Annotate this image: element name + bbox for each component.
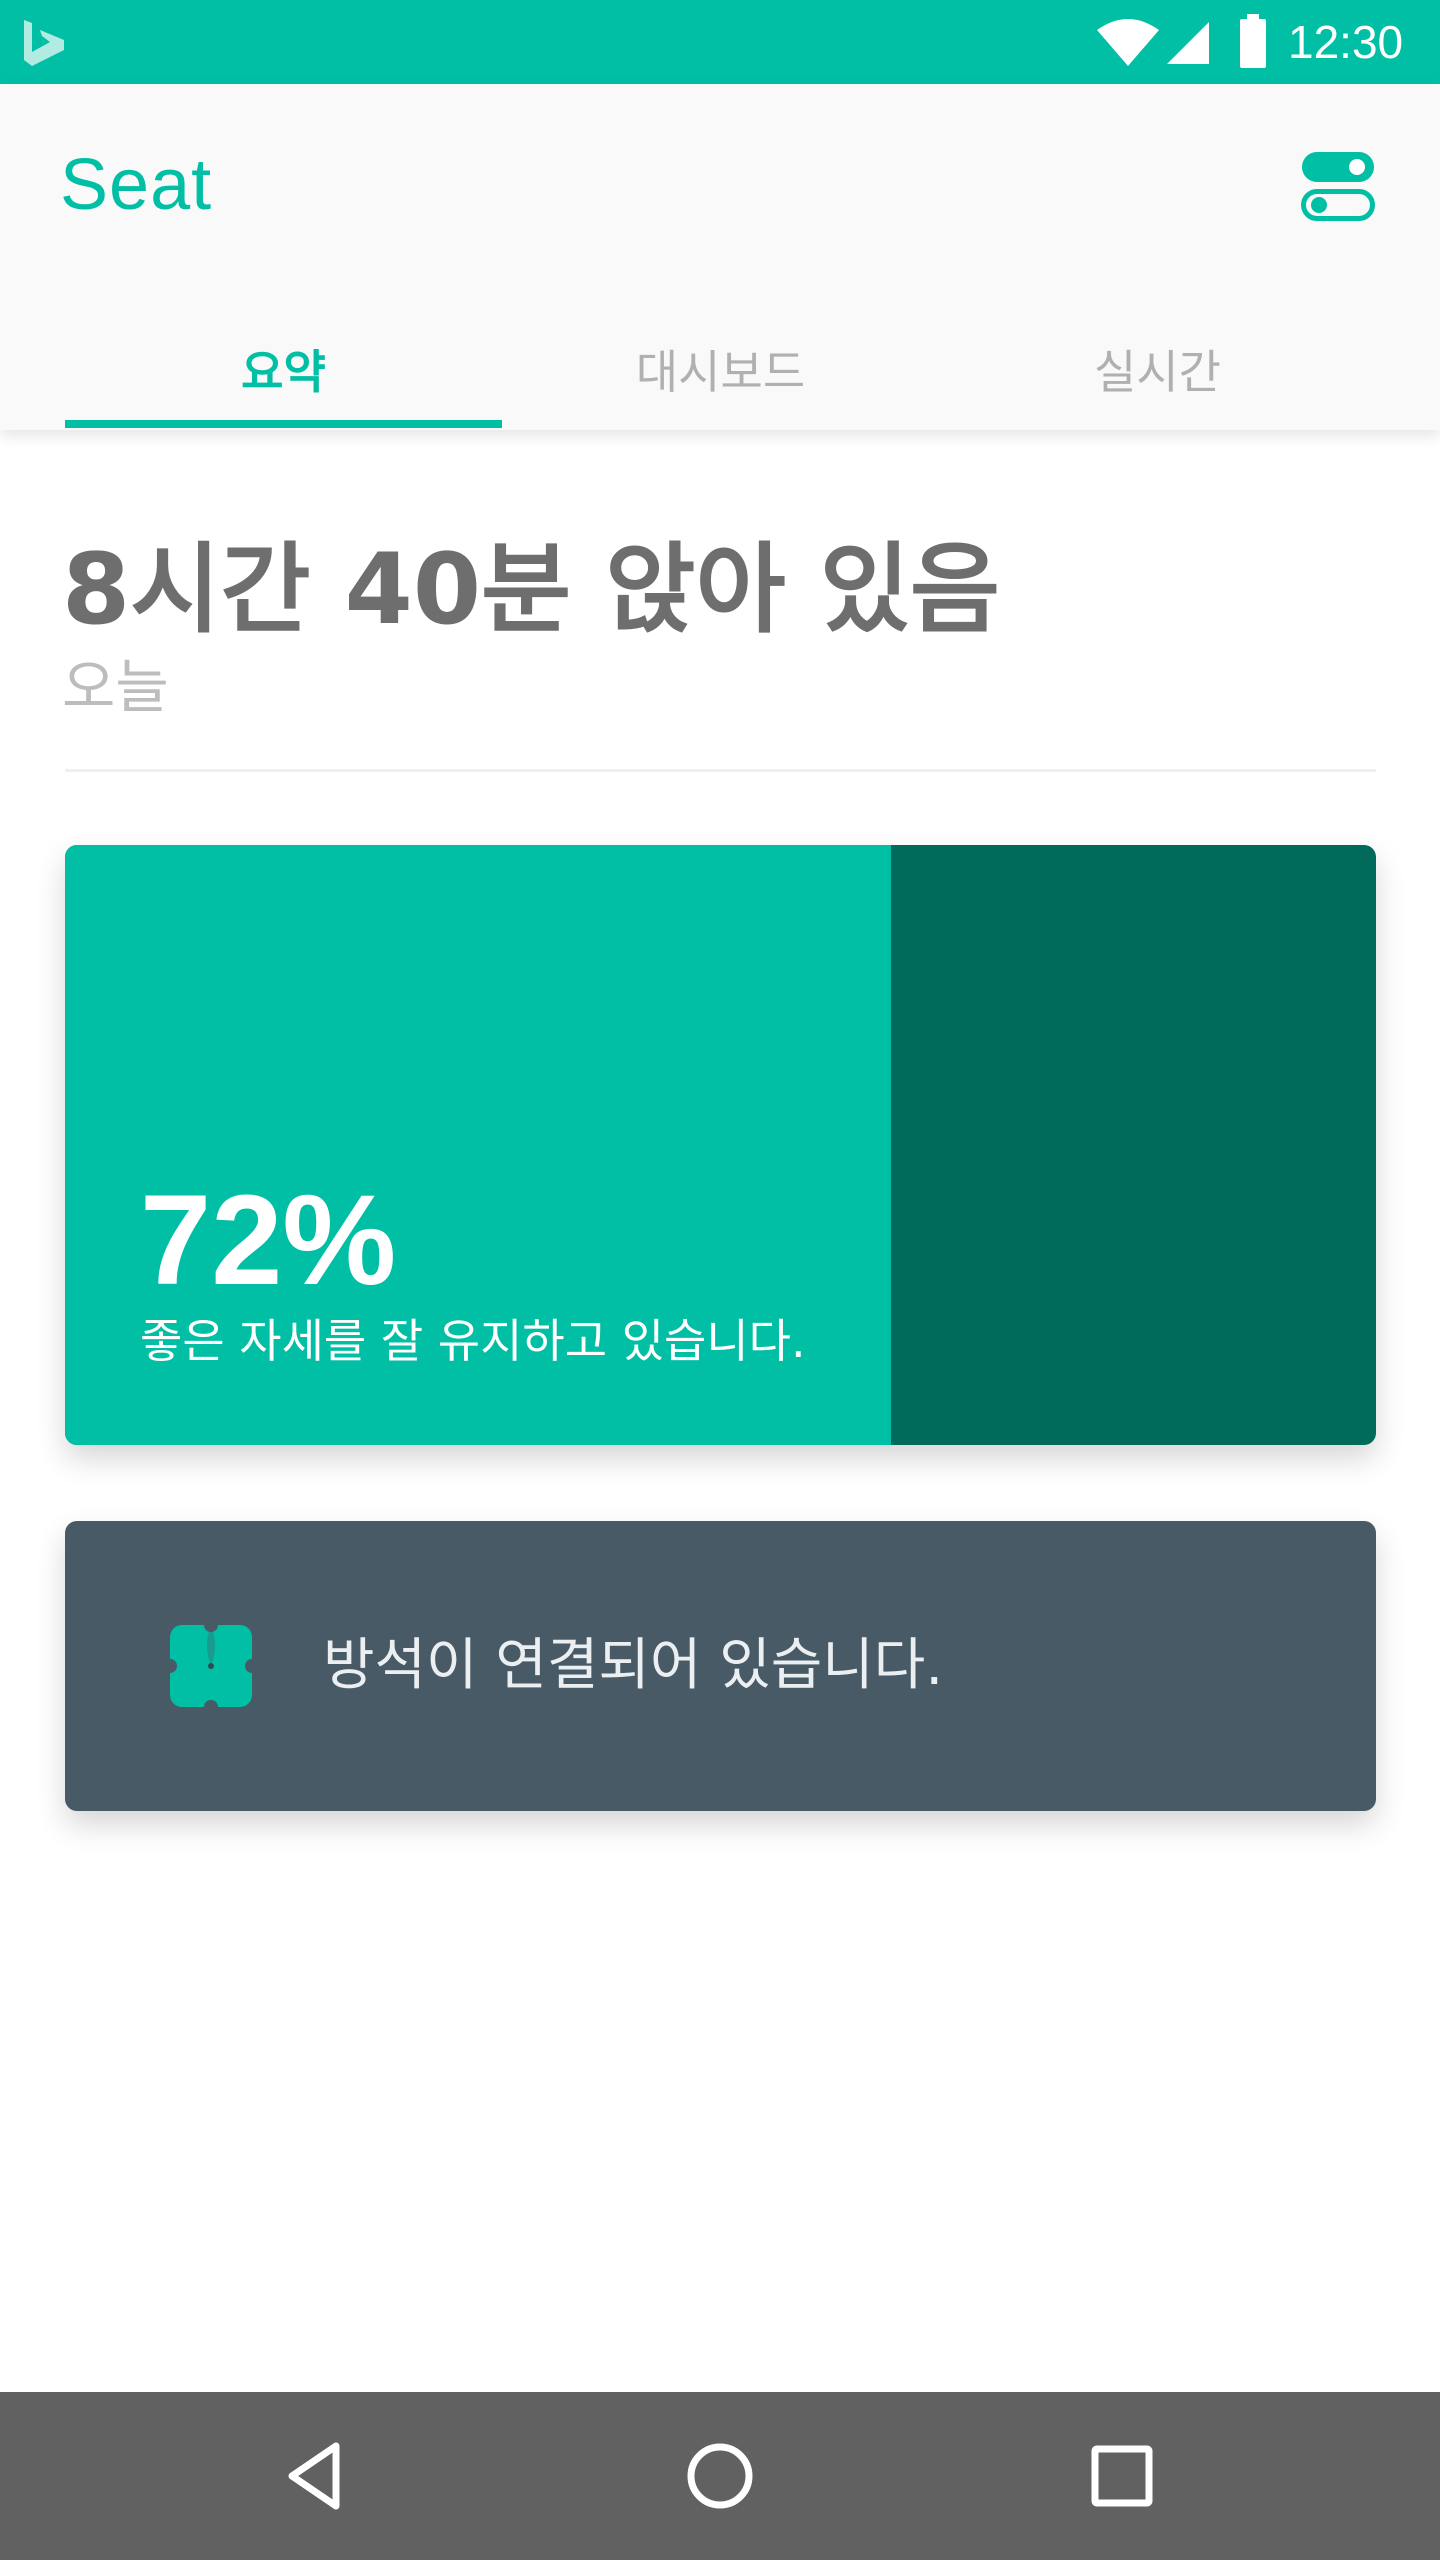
posture-card[interactable]: 72% 좋은 자세를 잘 유지하고 있습니다. <box>65 845 1376 1445</box>
toggle-switches-icon[interactable] <box>1298 146 1378 226</box>
connection-message: 방석이 연결되어 있습니다. <box>323 1633 944 1698</box>
app-bar: Seat 요약 대시보드 실시간 <box>0 84 1440 430</box>
posture-percent: 72% <box>140 1169 397 1312</box>
tab-bar: 요약 대시보드 실시간 <box>0 314 1440 430</box>
home-icon[interactable] <box>678 2434 762 2518</box>
today-label: 오늘 <box>62 653 169 721</box>
back-icon[interactable] <box>276 2434 360 2518</box>
posture-message: 좋은 자세를 잘 유지하고 있습니다. <box>140 1314 806 1368</box>
recents-icon[interactable] <box>1080 2434 1164 2518</box>
sitting-time-heading: 8시간 40분 앉아 있음 <box>62 533 1001 647</box>
wifi-icon <box>1097 19 1159 66</box>
connection-card[interactable]: 방석이 연결되어 있습니다. <box>65 1521 1376 1811</box>
status-clock: 12:30 <box>1288 16 1404 68</box>
status-bar: 12:30 <box>0 0 1440 84</box>
tab-dashboard[interactable]: 대시보드 <box>502 314 939 430</box>
divider <box>65 769 1376 772</box>
tab-summary[interactable]: 요약 <box>65 314 502 430</box>
app-title: Seat <box>60 145 213 225</box>
seat-cushion-icon <box>170 1625 252 1707</box>
battery-icon <box>1240 14 1266 68</box>
tab-indicator <box>65 420 502 428</box>
bing-logo-icon <box>24 20 64 66</box>
cell-signal-icon <box>1167 22 1209 64</box>
tab-realtime[interactable]: 실시간 <box>939 314 1376 430</box>
navigation-bar <box>0 2392 1440 2560</box>
